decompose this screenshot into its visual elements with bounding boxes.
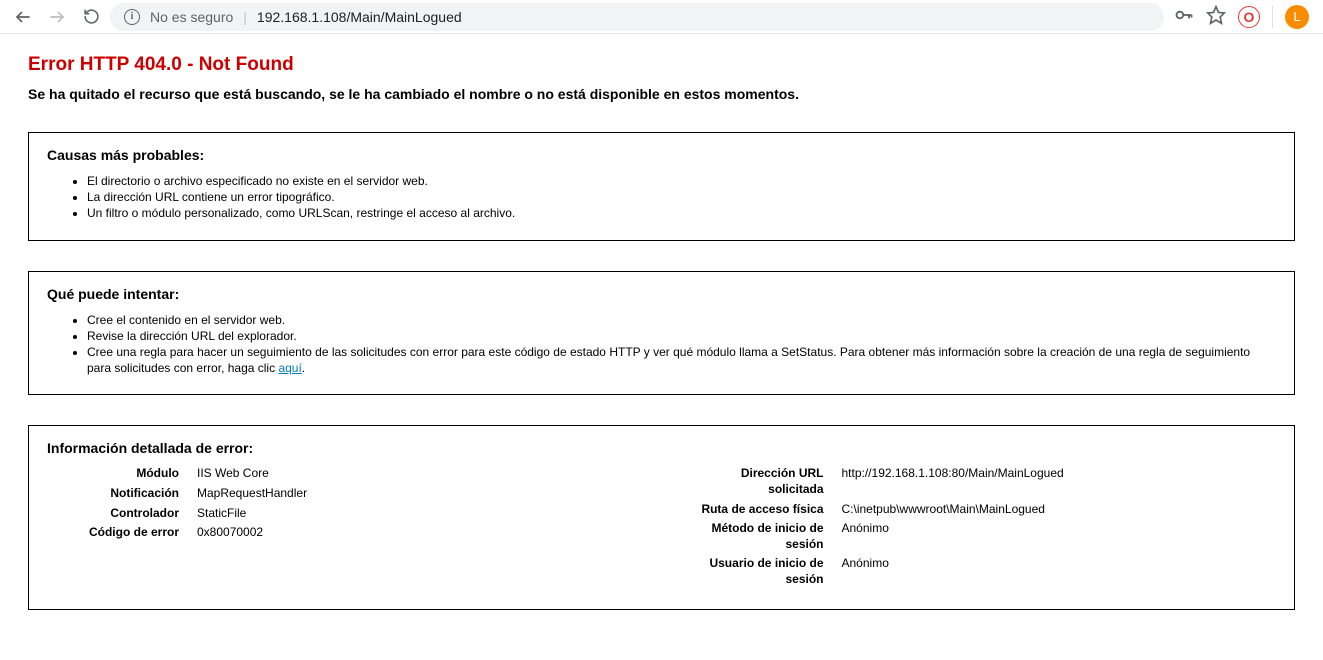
detail-row-modulo: Módulo IIS Web Core [47, 466, 632, 482]
detail-label: Ruta de acceso física [692, 502, 842, 518]
profile-avatar[interactable]: L [1285, 5, 1309, 29]
detail-row-codigo: Código de error 0x80070002 [47, 525, 632, 541]
address-bar[interactable]: i No es seguro | 192.168.1.108/Main/Main… [110, 3, 1164, 31]
forward-button[interactable] [48, 8, 66, 26]
detail-label: Dirección URL solicitada [692, 466, 842, 497]
toolbar-right: O L [1174, 5, 1309, 29]
detail-value: http://192.168.1.108:80/Main/MainLogued [842, 466, 1277, 482]
list-item: Un filtro o módulo personalizado, como U… [87, 205, 1276, 221]
url-text: 192.168.1.108/Main/MainLogued [257, 9, 462, 25]
bookmark-star-icon[interactable] [1206, 5, 1226, 28]
back-button[interactable] [14, 8, 32, 26]
detail-row-controlador: Controlador StaticFile [47, 506, 632, 522]
details-right-column: Dirección URL solicitada http://192.168.… [692, 466, 1277, 591]
details-title: Información detallada de error: [47, 440, 1276, 456]
toolbar-divider [1272, 6, 1273, 28]
detail-row-metodo: Método de inicio de sesión Anónimo [692, 521, 1277, 552]
site-info-icon[interactable]: i [124, 9, 140, 25]
extension-icon[interactable]: O [1238, 6, 1260, 28]
detail-value: 0x80070002 [197, 525, 632, 541]
detail-label: Controlador [47, 506, 197, 522]
detail-row-notificacion: Notificación MapRequestHandler [47, 486, 632, 502]
detail-value: Anónimo [842, 521, 1277, 537]
detail-label: Método de inicio de sesión [692, 521, 842, 552]
detail-value: StaticFile [197, 506, 632, 522]
detail-label: Código de error [47, 525, 197, 541]
try-rule-link[interactable]: aquí [278, 361, 301, 375]
detail-value: MapRequestHandler [197, 486, 632, 502]
details-left-column: Módulo IIS Web Core Notificación MapRequ… [47, 466, 632, 591]
detail-row-ruta: Ruta de acceso física C:\inetpub\wwwroot… [692, 502, 1277, 518]
details-columns: Módulo IIS Web Core Notificación MapRequ… [47, 466, 1276, 591]
detail-label: Módulo [47, 466, 197, 482]
nav-buttons [14, 8, 100, 26]
causes-title: Causas más probables: [47, 147, 1276, 163]
error-subtitle: Se ha quitado el recurso que está buscan… [28, 86, 1295, 102]
detail-value: C:\inetpub\wwwroot\Main\MainLogued [842, 502, 1277, 518]
security-status: No es seguro [150, 9, 233, 25]
list-item: El directorio o archivo especificado no … [87, 173, 1276, 189]
try-list: Cree el contenido en el servidor web. Re… [87, 312, 1276, 377]
causes-section: Causas más probables: El directorio o ar… [28, 132, 1295, 241]
list-item: La dirección URL contiene un error tipog… [87, 189, 1276, 205]
list-item: Cree el contenido en el servidor web. [87, 312, 1276, 328]
try-title: Qué puede intentar: [47, 286, 1276, 302]
detail-label: Usuario de inicio de sesión [692, 556, 842, 587]
list-item: Revise la dirección URL del explorador. [87, 328, 1276, 344]
try-rule-after: . [302, 361, 305, 375]
error-title: Error HTTP 404.0 - Not Found [28, 54, 1295, 76]
detail-value: Anónimo [842, 556, 1277, 572]
try-rule-text: Cree una regla para hacer un seguimiento… [87, 345, 1250, 375]
detail-row-url: Dirección URL solicitada http://192.168.… [692, 466, 1277, 497]
detail-label: Notificación [47, 486, 197, 502]
detail-row-usuario: Usuario de inicio de sesión Anónimo [692, 556, 1277, 587]
detail-value: IIS Web Core [197, 466, 632, 482]
browser-toolbar: i No es seguro | 192.168.1.108/Main/Main… [0, 0, 1323, 34]
details-section: Información detallada de error: Módulo I… [28, 425, 1295, 610]
address-separator: | [243, 9, 247, 25]
password-key-icon[interactable] [1174, 5, 1194, 28]
list-item: Cree una regla para hacer un seguimiento… [87, 344, 1276, 376]
try-section: Qué puede intentar: Cree el contenido en… [28, 271, 1295, 396]
page-content: Error HTTP 404.0 - Not Found Se ha quita… [0, 34, 1323, 660]
reload-button[interactable] [82, 8, 100, 26]
causes-list: El directorio o archivo especificado no … [87, 173, 1276, 222]
